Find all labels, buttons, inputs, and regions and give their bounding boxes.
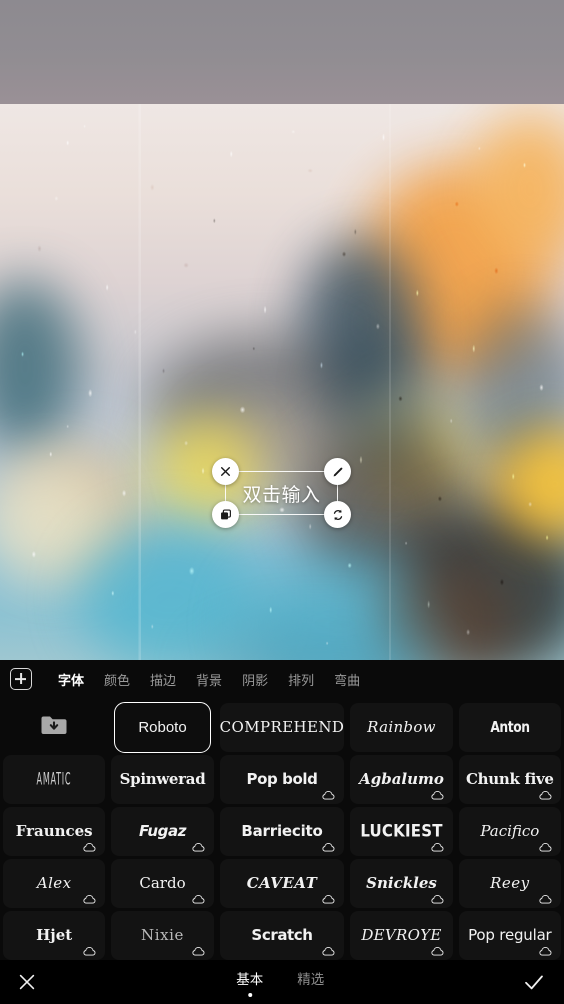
font-item-anton[interactable]: Anton (458, 703, 561, 752)
cloud-download-icon[interactable] (539, 839, 552, 852)
font-item-comprehend[interactable]: COMPREHEND (219, 703, 345, 752)
font-item-pacifico[interactable]: Pacifico (458, 807, 561, 856)
cancel-button[interactable] (16, 971, 38, 993)
text-layer-content[interactable]: 双击输入 (225, 471, 338, 515)
font-preview-label: Pacifico (480, 822, 540, 840)
font-item-nixie[interactable]: Nixie (111, 911, 214, 960)
font-item-snickles[interactable]: Snickles (350, 859, 453, 908)
font-preview-label: LUCKIEST (360, 820, 443, 842)
font-preview-label: Barriecito (241, 822, 323, 840)
font-preview-label: COMPREHEND (219, 718, 345, 736)
cloud-download-icon[interactable] (192, 891, 205, 904)
font-item-fraunces[interactable]: Fraunces (3, 807, 106, 856)
font-preview-label: Fugaz (138, 822, 187, 840)
cloud-download-icon[interactable] (431, 787, 444, 800)
text-layer[interactable]: 双击输入 (212, 458, 351, 528)
font-preview-label: Nixie (140, 926, 185, 944)
font-item-cardo[interactable]: Cardo (111, 859, 214, 908)
delete-text-handle[interactable] (212, 458, 239, 485)
status-bar (0, 0, 564, 104)
font-preview-label: Pop bold (246, 770, 318, 788)
cloud-download-icon[interactable] (322, 943, 335, 956)
font-item-reey[interactable]: Reey (458, 859, 561, 908)
style-tab-5[interactable]: 排列 (278, 670, 324, 689)
bottom-action-bar: 基本 精选 (0, 960, 564, 1004)
font-preview-label: Spinwerad (119, 770, 206, 788)
font-preview-label: Reey (490, 874, 530, 892)
background-photo (0, 104, 564, 660)
font-preview-label: Alex (36, 874, 72, 892)
font-preview-label: CAVEAT (246, 874, 318, 892)
style-tab-3[interactable]: 背景 (186, 670, 232, 689)
font-preview-label: Rainbow (367, 718, 436, 736)
font-item-caveat[interactable]: CAVEAT (219, 859, 345, 908)
cloud-download-icon[interactable] (431, 943, 444, 956)
font-preview-label: Agbalumo (359, 770, 444, 788)
cloud-download-icon[interactable] (431, 839, 444, 852)
font-item-devroye[interactable]: DEVROYE (350, 911, 453, 960)
rotate-resize-handle[interactable] (324, 501, 351, 528)
cloud-download-icon[interactable] (192, 943, 205, 956)
cloud-download-icon[interactable] (192, 839, 205, 852)
style-tab-2[interactable]: 描边 (140, 670, 186, 689)
duplicate-text-handle[interactable] (212, 501, 239, 528)
font-preview-label: Cardo (139, 874, 186, 892)
font-preview-label: Roboto (138, 719, 187, 736)
cloud-download-icon[interactable] (83, 891, 96, 904)
font-item-hjet[interactable]: Hjet (3, 911, 106, 960)
font-item-chunk-five[interactable]: Chunk five (458, 755, 561, 804)
font-item-amatic[interactable]: AMATIC (3, 755, 106, 804)
add-layer-icon[interactable] (10, 668, 32, 690)
font-item-alex[interactable]: Alex (3, 859, 106, 908)
font-preview-label: Fraunces (15, 822, 93, 840)
cloud-download-icon[interactable] (83, 839, 96, 852)
style-tab-1[interactable]: 颜色 (94, 670, 140, 689)
cloud-download-icon[interactable] (539, 787, 552, 800)
font-item-scratch[interactable]: Scratch (219, 911, 345, 960)
style-tab-4[interactable]: 阴影 (232, 670, 278, 689)
panel-mode-tab-0[interactable]: 基本 (236, 968, 263, 997)
style-tab-0[interactable]: 字体 (48, 670, 94, 689)
font-item-fugaz[interactable]: Fugaz (111, 807, 214, 856)
font-preview-label: Scratch (251, 926, 313, 944)
font-preview-label: Hjet (36, 926, 73, 944)
style-tab-strip: 字体 颜色 描边 背景 阴影 排列 弯曲 (0, 660, 564, 698)
font-preview-label: Chunk five (465, 770, 554, 788)
confirm-button[interactable] (522, 970, 546, 994)
photo-canvas[interactable]: 双击输入 (0, 104, 564, 660)
font-item-pop-regular[interactable]: Pop regular (458, 911, 561, 960)
cloud-download-icon[interactable] (539, 891, 552, 904)
font-preview-label: Pop regular (468, 926, 552, 944)
editor-panel: 字体 颜色 描边 背景 阴影 排列 弯曲 Roboto COMPREHEND Rainbow An… (0, 660, 564, 1004)
font-item-roboto[interactable]: Roboto (114, 702, 211, 753)
cloud-download-icon[interactable] (322, 839, 335, 852)
panel-mode-tab-1[interactable]: 精选 (297, 968, 324, 997)
folder-download-icon (40, 713, 68, 742)
font-preview-label: Anton (490, 718, 530, 736)
font-item-my-fonts-folder[interactable] (3, 703, 105, 752)
panel-mode-tabs: 基本 精选 (236, 968, 324, 997)
font-item-rainbow[interactable]: Rainbow (350, 703, 453, 752)
font-item-spinwerad[interactable]: Spinwerad (111, 755, 214, 804)
font-item-luckiest[interactable]: LUCKIEST (350, 807, 453, 856)
cloud-download-icon[interactable] (322, 891, 335, 904)
font-preview-label: DEVROYE (361, 926, 442, 944)
cloud-download-icon[interactable] (539, 943, 552, 956)
font-preview-label: Snickles (366, 874, 437, 892)
photo-text-editor-screen: 双击输入 字体 颜色 描边 背景 阴影 排列 弯曲 Roboto COMPREH… (0, 0, 564, 1004)
cloud-download-icon[interactable] (322, 787, 335, 800)
cloud-download-icon[interactable] (83, 943, 96, 956)
cloud-download-icon[interactable] (431, 891, 444, 904)
edit-text-handle[interactable] (324, 458, 351, 485)
font-item-barriecito[interactable]: Barriecito (219, 807, 345, 856)
style-tab-6[interactable]: 弯曲 (324, 670, 370, 689)
font-preview-label: AMATIC (36, 768, 72, 790)
font-grid: Roboto COMPREHEND Rainbow Anton AMATIC Spinwe… (0, 702, 564, 960)
font-item-pop-bold[interactable]: Pop bold (219, 755, 345, 804)
font-item-agbalumo[interactable]: Agbalumo (350, 755, 453, 804)
